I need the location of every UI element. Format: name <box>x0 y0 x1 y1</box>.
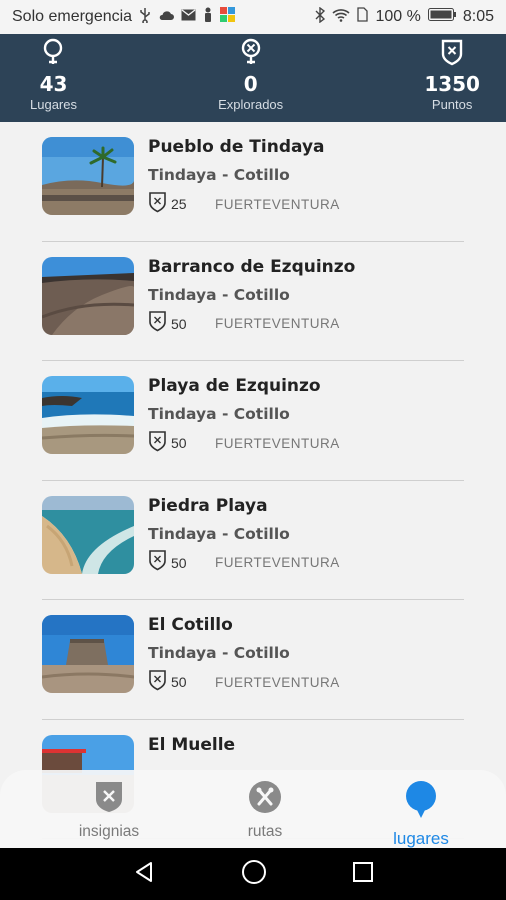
place-thumbnail <box>42 137 134 215</box>
place-points: 50 <box>171 554 187 571</box>
wifi-icon <box>332 8 351 27</box>
place-thumbnail <box>42 376 134 454</box>
shield-badge-icon <box>148 310 167 337</box>
stat-puntos-value: 1350 <box>424 72 480 96</box>
home-icon[interactable] <box>241 859 267 890</box>
place-region: FUERTEVENTURA <box>215 555 340 570</box>
place-area: Tindaya - Cotillo <box>148 285 290 304</box>
routes-icon <box>248 780 282 819</box>
place-title: El Muelle <box>148 734 236 755</box>
person-icon <box>203 7 213 28</box>
explored-pin-icon <box>239 38 263 71</box>
place-item[interactable]: Barranco de Ezquinzo Tindaya - Cotillo 5… <box>42 242 464 361</box>
location-pin-icon <box>404 780 438 825</box>
place-title: Piedra Playa <box>148 495 268 516</box>
place-title: Pueblo de Tindaya <box>148 137 325 157</box>
place-area: Tindaya - Cotillo <box>148 166 290 184</box>
place-thumbnail <box>42 495 134 574</box>
back-icon[interactable] <box>132 860 156 889</box>
place-region: FUERTEVENTURA <box>215 316 340 331</box>
shield-badge-icon <box>148 669 167 696</box>
shield-badge-icon <box>94 780 124 819</box>
nav-rutas-label: rutas <box>247 823 283 840</box>
stat-lugares-label: Lugares <box>30 97 77 112</box>
usb-icon <box>139 7 151 28</box>
stat-lugares: 43 Lugares <box>30 38 77 112</box>
shield-badge-icon <box>440 38 464 71</box>
recents-icon[interactable] <box>352 861 374 888</box>
sim-icon <box>357 7 369 27</box>
nav-lugares[interactable]: lugares <box>376 780 466 848</box>
stat-explorados-label: Explorados <box>218 97 284 112</box>
stat-explorados-value: 0 <box>243 72 258 96</box>
shield-badge-icon <box>148 430 167 457</box>
mail-icon <box>181 8 196 26</box>
place-item[interactable]: Playa de Ezquinzo Tindaya - Cotillo 50 F… <box>42 361 464 481</box>
status-bar: Solo emergencia 100 % 8:05 <box>0 0 506 34</box>
stats-header: 43 Lugares 0 Explorados 1350 Puntos <box>0 34 506 122</box>
bottom-navigation: insignias rutas lugares <box>0 770 506 848</box>
carrier-text: Solo emergencia <box>12 8 133 25</box>
place-item[interactable]: Piedra Playa Tindaya - Cotillo 50 FUERTE… <box>42 481 464 600</box>
place-area: Tindaya - Cotillo <box>148 524 290 543</box>
nav-lugares-label: lugares <box>393 829 449 848</box>
map-pin-icon <box>41 38 65 71</box>
place-title: El Cotillo <box>148 615 233 635</box>
stat-explorados: 0 Explorados <box>218 38 283 112</box>
place-item[interactable]: El Cotillo Tindaya - Cotillo 50 FUERTEVE… <box>42 600 464 720</box>
place-thumbnail <box>42 615 134 693</box>
place-thumbnail <box>42 256 134 335</box>
app-grid-icon <box>220 7 236 27</box>
battery-percent: 100 % <box>375 8 421 25</box>
place-points: 50 <box>171 435 187 451</box>
place-region: FUERTEVENTURA <box>215 196 340 212</box>
place-title: Playa de Ezquinzo <box>148 376 321 396</box>
stat-lugares-value: 43 <box>39 72 68 96</box>
stat-puntos: 1350 Puntos <box>424 38 480 112</box>
nav-insignias[interactable]: insignias <box>64 780 154 848</box>
places-list[interactable]: Pueblo de Tindaya Tindaya - Cotillo 25 F… <box>42 122 464 848</box>
place-region: FUERTEVENTURA <box>215 435 340 451</box>
cloud-icon <box>158 8 175 26</box>
nav-rutas[interactable]: rutas <box>220 780 310 848</box>
clock-time: 8:05 <box>462 8 494 25</box>
nav-insignias-label: insignias <box>78 823 140 840</box>
battery-icon <box>427 8 456 26</box>
place-title: Barranco de Ezquinzo <box>148 256 356 277</box>
bluetooth-icon <box>315 6 326 28</box>
stat-puntos-label: Puntos <box>431 97 473 112</box>
shield-badge-icon <box>148 549 167 576</box>
place-points: 25 <box>171 196 187 212</box>
place-area: Tindaya - Cotillo <box>148 405 290 423</box>
place-points: 50 <box>171 315 187 332</box>
shield-badge-icon <box>148 191 167 218</box>
place-item[interactable]: Pueblo de Tindaya Tindaya - Cotillo 25 F… <box>42 122 464 242</box>
system-navigation-bar <box>0 848 506 900</box>
place-area: Tindaya - Cotillo <box>148 644 290 662</box>
place-points: 50 <box>171 674 187 690</box>
place-region: FUERTEVENTURA <box>215 674 340 690</box>
